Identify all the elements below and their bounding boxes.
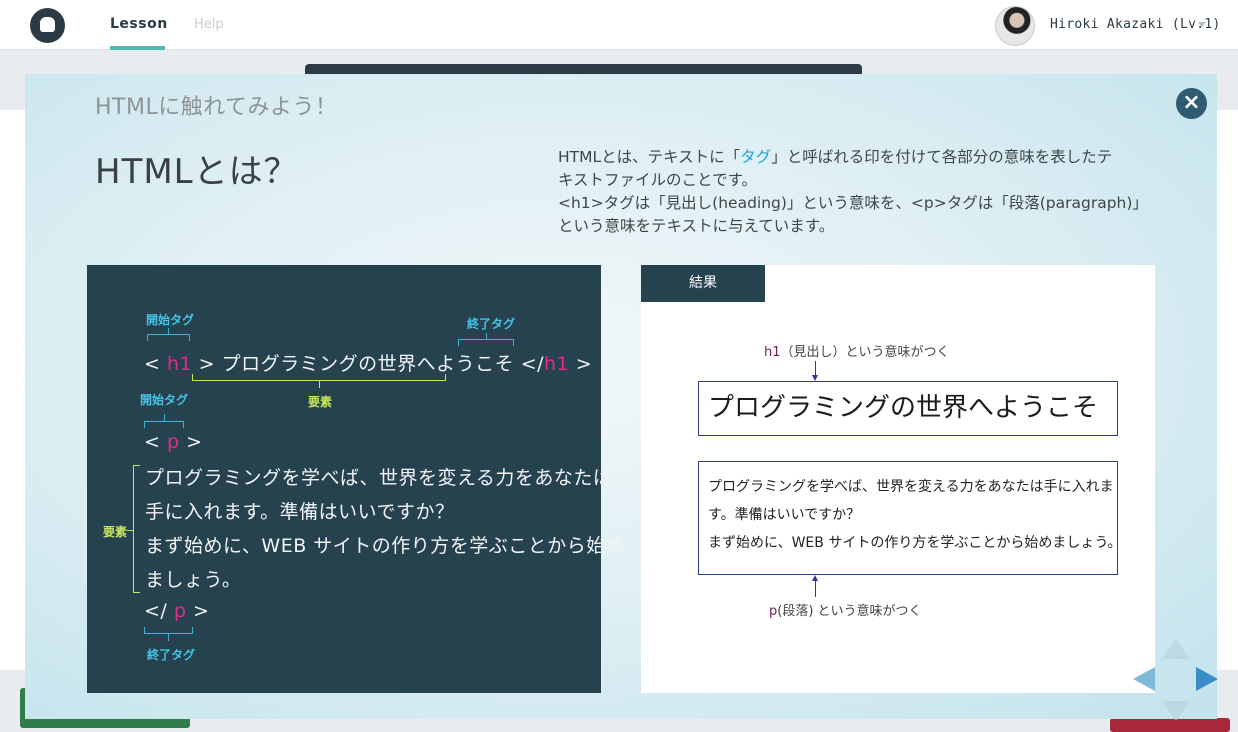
arrow-left-icon[interactable] <box>1133 667 1155 691</box>
result-tab: 結果 <box>641 265 765 302</box>
lesson-slide-modal: × HTMLに触れてみよう！ HTMLとは？ HTMLとは、テキストに「タグ」と… <box>25 74 1218 721</box>
code-h1-text: プログラミングの世界へようこそ <box>221 353 515 375</box>
code-tag-h1: h1 <box>544 353 570 375</box>
nav-lesson-tab[interactable]: Lesson <box>110 16 168 32</box>
code-tag-p: p <box>173 600 187 622</box>
end-tag-bracket <box>458 339 514 346</box>
code-p-text-line: プログラミングを学べば、世界を変える力をあなたは <box>145 467 613 489</box>
element-label: 要素 <box>308 395 333 409</box>
end-tag-bracket <box>144 627 193 634</box>
active-tab-indicator <box>110 46 165 50</box>
p-meaning-note: p(段落) という意味がつく <box>769 604 922 619</box>
slide-description: HTMLとは、テキストに「タグ」と呼ばれる印を付けて各部分の意味を表したテ キス… <box>558 146 1158 238</box>
bracket-stem <box>486 333 487 339</box>
arrow-right-icon[interactable] <box>1196 667 1218 691</box>
user-name[interactable]: Hiroki Akazaki (Lv.1) <box>1050 17 1221 32</box>
description-line: という意味をテキストに与えています。 <box>558 217 835 235</box>
code-panel: 開始タグ 終了タグ < h1 > プログラミングの世界へようこそ </h1 > … <box>87 265 625 693</box>
arrow-up <box>815 580 816 597</box>
code-p-open-line: < p > <box>144 431 203 453</box>
avatar[interactable] <box>995 6 1035 46</box>
code-tag-p: p <box>166 431 180 453</box>
element-bracket <box>192 374 446 381</box>
background-card <box>0 110 25 670</box>
code-h1-line: < h1 > プログラミングの世界へようこそ </h1 > <box>144 353 593 375</box>
highlight-term: タグ <box>740 148 772 166</box>
bracket-stem <box>127 530 133 531</box>
arrow-down-icon <box>1162 701 1190 721</box>
element-bracket <box>133 465 140 593</box>
end-tag-label: 終了タグ <box>467 317 516 331</box>
code-p-text-line: まず始めに、WEB サイトの作り方を学ぶことから始め <box>145 535 626 557</box>
nav-help-tab[interactable]: Help <box>194 17 224 32</box>
bracket-stem <box>168 634 169 641</box>
slide-navigation <box>1133 639 1218 721</box>
rendered-h1: プログラミングの世界へようこそ <box>698 381 1118 436</box>
start-tag-label: 開始タグ <box>146 313 195 327</box>
start-tag-bracket <box>147 334 190 341</box>
description-line: HTMLとは、テキストに「タグ」と呼ばれる印を付けて各部分の意味を表したテ <box>558 148 1113 166</box>
bracket-stem <box>168 328 169 334</box>
h1-meaning-note: h1（見出し）という意味がつく <box>764 345 950 360</box>
code-p-text-line: 手に入れます。準備はいいですか？ <box>145 501 455 523</box>
code-tag-h1: h1 <box>166 353 193 375</box>
close-icon[interactable]: × <box>1176 88 1207 119</box>
code-p-close-line: </ p > <box>144 600 210 622</box>
background-card <box>1217 110 1238 670</box>
slide-title: HTMLとは？ <box>95 152 299 192</box>
bracket-stem <box>319 381 320 388</box>
description-line: キストファイルのことです。 <box>558 171 758 189</box>
start-tag-label: 開始タグ <box>140 393 189 407</box>
chevron-down-icon[interactable] <box>1198 22 1206 27</box>
element-label: 要素 <box>103 525 128 539</box>
rendered-paragraph: プログラミングを学べば、世界を変える力をあなたは手に入れま す。準備はいいですか… <box>698 461 1122 575</box>
arrow-up-icon <box>1162 639 1190 659</box>
end-tag-label: 終了タグ <box>147 648 196 662</box>
bracket-stem <box>164 414 165 421</box>
logo-icon[interactable] <box>30 8 65 43</box>
start-tag-bracket <box>144 421 184 428</box>
rendered-p-line: す。準備はいいですか？ <box>708 507 861 523</box>
top-navbar: Lesson Help Hiroki Akazaki (Lv.1) <box>0 0 1238 50</box>
result-panel: 結果 h1（見出し）という意味がつく プログラミングの世界へようこそ プログラミ… <box>641 265 1155 693</box>
rendered-p-line: プログラミングを学べば、世界を変える力をあなたは手に入れま <box>708 479 1114 495</box>
description-line: <h1>タグは「見出し(heading)」という意味を、<p>タグは「段落(pa… <box>558 194 1148 212</box>
code-p-text-line: ましょう。 <box>145 569 242 591</box>
lesson-title: HTMLに触れてみよう！ <box>95 95 338 120</box>
rendered-p-line: まず始めに、WEB サイトの作り方を学ぶことから始めましょう。 <box>708 535 1122 551</box>
